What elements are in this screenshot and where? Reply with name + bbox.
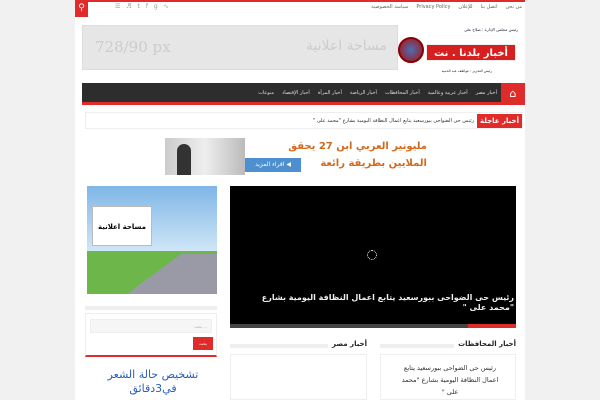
section-title[interactable]: أخبار المحافظات — [454, 340, 516, 348]
sponsored-ad[interactable]: اقراء المزيد ◀ مليونير العربي ابن 27 يحق… — [165, 138, 435, 176]
nav-item[interactable]: أخبار المحافظات — [385, 90, 420, 96]
section-title[interactable]: أخبار مصر — [328, 340, 367, 348]
header-ad[interactable]: 728/90 px مساحة اعلانية — [82, 25, 398, 70]
social-icons[interactable]: ☰ ♬ t f g ∿ — [115, 3, 171, 10]
widget-header — [85, 306, 217, 310]
nav-item[interactable]: أخبار مصر — [476, 90, 497, 96]
section-egypt: أخبار مصر — [230, 340, 367, 352]
section-box — [230, 354, 367, 400]
ad-label: مساحة اعلانية — [305, 38, 387, 54]
link-privacy-ar[interactable]: سياسة الخصوصية — [371, 4, 408, 10]
search-button[interactable]: بحث — [193, 337, 213, 350]
main-nav: ⌂ أخبار مصر أخبار عربية وعالمية أخبار ال… — [82, 83, 525, 105]
top-links: من نحن اتصل بنا للإعلان Privacy Policy س… — [371, 4, 522, 10]
ad-photo — [165, 138, 245, 175]
link-contact[interactable]: اتصل بنا — [481, 4, 498, 10]
nav-item[interactable]: أخبار المرأة — [318, 90, 342, 96]
site-logo[interactable]: رئيس مجلس الإدارة : صلاح علي أخبار بلدنا… — [398, 27, 520, 77]
logo-emblem-icon — [398, 37, 424, 63]
link-about[interactable]: من نحن — [506, 4, 523, 10]
breaking-label: أخبار عاجلة — [477, 114, 522, 128]
nav-item[interactable]: أخبار الإقتصاد — [282, 90, 310, 96]
editor: رئيس التحرير : عواطف عبد الحميد — [441, 69, 492, 73]
nav-item[interactable]: منوعات — [258, 90, 274, 96]
logo-text: أخبار بلدنا . نت — [426, 44, 516, 61]
sidebar-text-ad[interactable]: تشخيص حالة الشعر في3دقائق — [88, 368, 218, 396]
billboard: مساحة اعلانية — [92, 206, 152, 246]
breaking-text[interactable]: رئيس حى الضواحى ببورسعيد يتابع اعمال الن… — [313, 118, 474, 124]
section-governorates: أخبار المحافظات — [380, 340, 516, 352]
news-item[interactable]: رئيس حى الضواحى ببورسعيد يتابع اعمال الن… — [400, 362, 500, 398]
breaking-news: أخبار عاجلة رئيس حى الضواحى ببورسعيد يتا… — [85, 112, 523, 129]
search-widget: بحث ... بحث — [85, 313, 217, 357]
home-icon[interactable]: ⌂ — [501, 83, 525, 105]
loading-spinner-icon — [367, 250, 377, 260]
ad-size: 728/90 px — [95, 38, 171, 56]
nav-item[interactable]: أخبار الرياضة — [350, 90, 377, 96]
slider-caption[interactable]: رئيس حى الضواحى ببورسعيد يتابع اعمال الن… — [244, 293, 514, 313]
search-input[interactable]: بحث ... — [90, 319, 212, 333]
ad-headline: مليونير العربي ابن 27 يحقق الملايين بطري… — [288, 141, 427, 169]
link-privacy[interactable]: Privacy Policy — [416, 4, 450, 10]
slider-progress[interactable] — [230, 324, 516, 328]
chairman: رئيس مجلس الإدارة : صلاح علي — [464, 27, 518, 32]
sidebar-ad-image[interactable]: مساحة اعلانية — [87, 186, 217, 294]
search-icon[interactable]: ⚲ — [75, 0, 88, 17]
news-slider[interactable]: رئيس حى الضواحى ببورسعيد يتابع اعمال الن… — [230, 186, 516, 328]
link-advertise[interactable]: للإعلان — [458, 4, 472, 10]
nav-item[interactable]: أخبار عربية وعالمية — [428, 90, 468, 96]
